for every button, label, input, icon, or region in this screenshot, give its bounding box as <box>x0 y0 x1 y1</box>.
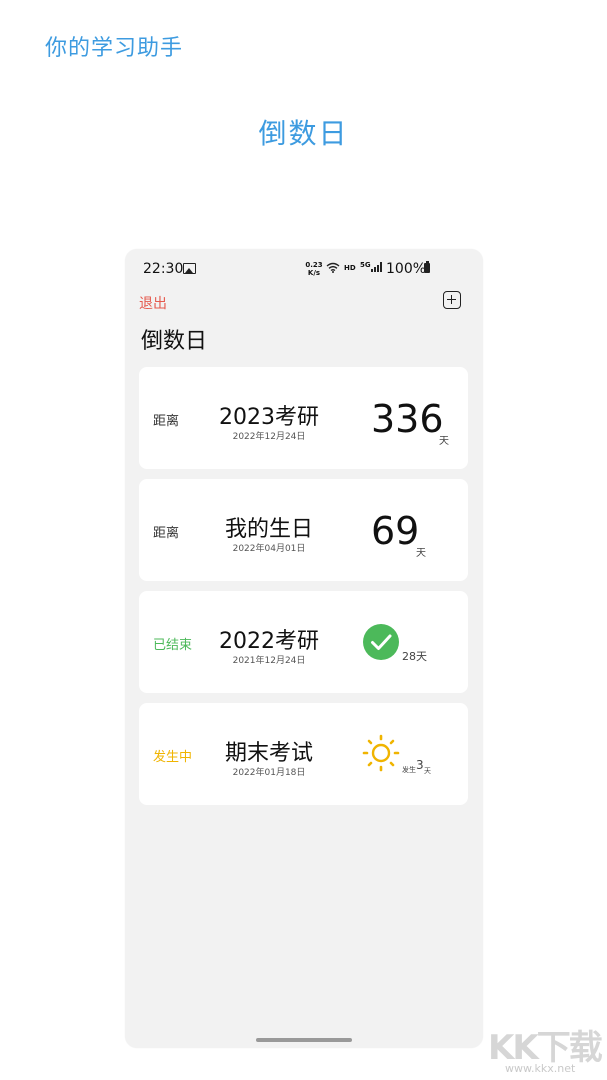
days-unit: 天 <box>416 548 426 559</box>
ongoing-unit: 天 <box>424 767 431 775</box>
event-name: 2023考研 <box>219 405 319 430</box>
event-date: 2022年12月24日 <box>232 432 306 442</box>
event-name: 期末考试 <box>224 741 313 766</box>
status-bar: 22:30 0.23 K/s HD 5G 100% <box>125 249 483 289</box>
event-date: 2022年01月18日 <box>232 768 306 778</box>
event-status: 发生中 <box>153 750 193 765</box>
ongoing-days: 3 <box>416 758 424 772</box>
countdown-card[interactable]: 已结束 2022考研 2021年12月24日 28天 <box>139 591 468 693</box>
hd-indicator: HD <box>344 264 356 272</box>
days-count: 69 <box>371 509 420 553</box>
sun-icon <box>362 734 400 772</box>
ongoing-prefix: 发生 <box>402 766 416 774</box>
battery-icon <box>424 261 430 273</box>
phone-screen: 22:30 0.23 K/s HD 5G 100% 退出 倒数日 距离 2023… <box>125 249 483 1048</box>
event-status: 距离 <box>153 526 180 541</box>
promo-title: 倒数日 <box>258 117 349 150</box>
ended-days: 28天 <box>402 650 427 663</box>
promo-header: 你的学习助手 <box>45 36 184 61</box>
days-count: 336 <box>371 397 444 441</box>
image-icon <box>183 263 196 274</box>
days-unit: 天 <box>439 436 449 447</box>
network-indicator: 5G <box>360 261 371 269</box>
event-status: 距离 <box>153 414 180 429</box>
event-date: 2021年12月24日 <box>232 656 306 666</box>
plus-square-icon[interactable] <box>443 291 461 309</box>
countdown-card[interactable]: 距离 2023考研 2022年12月24日 336 天 <box>139 367 468 469</box>
event-date: 2022年04月01日 <box>232 544 306 554</box>
watermark-url: www.kkx.net <box>505 1062 576 1075</box>
screen-title: 倒数日 <box>141 329 208 354</box>
check-circle-icon <box>363 624 399 660</box>
status-time: 22:30 <box>143 261 184 277</box>
signal-icon <box>371 262 382 272</box>
home-indicator[interactable] <box>256 1038 352 1042</box>
event-status: 已结束 <box>153 638 193 653</box>
net-speed-unit: K/s <box>307 269 321 277</box>
battery-percent: 100% <box>386 261 427 277</box>
event-name: 我的生日 <box>224 517 313 542</box>
page: 你的学习助手 倒数日 22:30 0.23 K/s HD 5G 100% 退出 … <box>0 0 607 1080</box>
exit-button[interactable]: 退出 <box>139 293 167 313</box>
wifi-icon <box>326 262 340 273</box>
net-speed: 0.23 K/s <box>305 261 323 277</box>
countdown-card[interactable]: 距离 我的生日 2022年04月01日 69 天 <box>139 479 468 581</box>
net-speed-value: 0.23 <box>305 261 323 269</box>
event-name: 2022考研 <box>219 629 319 654</box>
countdown-card[interactable]: 发生中 期末考试 2022年01月18日 发生 3 天 <box>139 703 468 805</box>
